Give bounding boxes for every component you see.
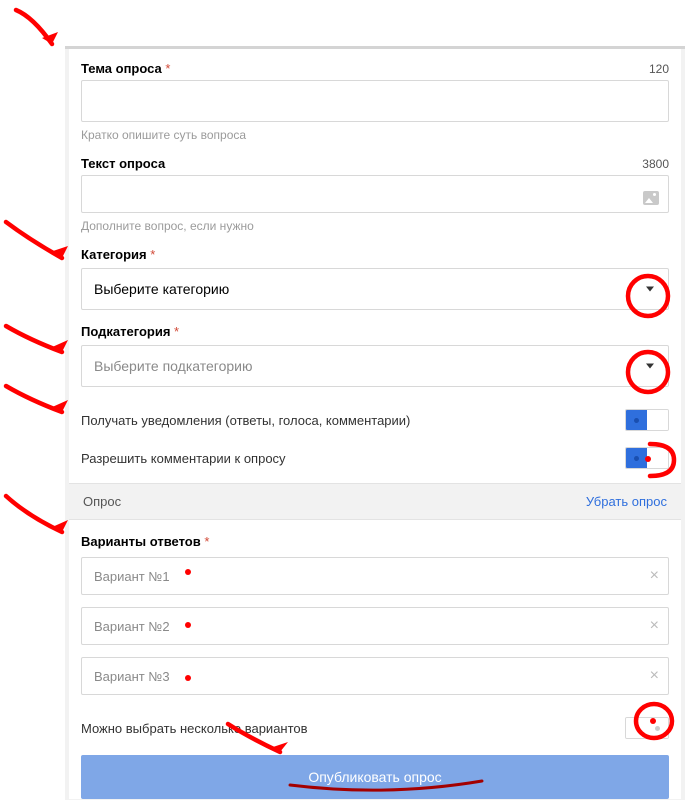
answer-placeholder: Вариант №2	[94, 619, 170, 634]
answer-option-3: Вариант №3 ×	[81, 657, 669, 695]
multi-toggle[interactable]	[625, 717, 669, 739]
theme-input[interactable]	[81, 80, 669, 122]
text-count: 3800	[642, 157, 669, 171]
clear-icon[interactable]: ×	[650, 568, 659, 584]
answer-placeholder: Вариант №1	[94, 569, 170, 584]
answer-placeholder: Вариант №3	[94, 669, 170, 684]
text-field: Текст опроса 3800 Дополните вопрос, если…	[81, 156, 669, 233]
section-title: Опрос	[83, 494, 121, 509]
chevron-down-icon	[646, 287, 654, 292]
theme-hint: Кратко опишите суть вопроса	[81, 128, 669, 142]
form-inner: Тема опроса * 120 Кратко опишите суть во…	[69, 49, 681, 799]
theme-header: Тема опроса * 120	[81, 61, 669, 76]
image-attach-icon[interactable]	[643, 191, 659, 205]
answers-label: Варианты ответов	[81, 534, 201, 549]
answer-input-3[interactable]: Вариант №3	[81, 657, 669, 695]
multi-row: Можно выбрать несколько вариантов	[81, 709, 669, 747]
comments-row: Разрешить комментарии к опросу	[81, 439, 669, 483]
answer-input-1[interactable]: Вариант №1	[81, 557, 669, 595]
clear-icon[interactable]: ×	[650, 668, 659, 684]
required-mark: *	[150, 247, 155, 262]
required-mark: *	[204, 534, 209, 549]
remove-poll-link[interactable]: Убрать опрос	[586, 494, 667, 509]
category-field: Категория * Выберите категорию	[81, 247, 669, 310]
form-panel: Тема опроса * 120 Кратко опишите суть во…	[65, 46, 685, 800]
answer-option-2: Вариант №2 ×	[81, 607, 669, 645]
text-input[interactable]	[81, 175, 669, 213]
subcategory-label: Подкатегория	[81, 324, 170, 339]
theme-count: 120	[649, 62, 669, 76]
poll-section-bar: Опрос Убрать опрос	[69, 483, 681, 520]
text-input-wrap	[81, 175, 669, 213]
answer-input-2[interactable]: Вариант №2	[81, 607, 669, 645]
required-mark: *	[165, 61, 170, 76]
text-hint: Дополните вопрос, если нужно	[81, 219, 669, 233]
comments-toggle[interactable]	[625, 447, 669, 469]
subcategory-select[interactable]: Выберите подкатегорию	[81, 345, 669, 387]
answers-field: Варианты ответов * Вариант №1 × Вариант …	[81, 534, 669, 695]
annotation-arrow	[8, 2, 68, 62]
subcategory-value: Выберите подкатегорию	[94, 358, 252, 374]
publish-label: Опубликовать опрос	[308, 769, 441, 785]
multi-label: Можно выбрать несколько вариантов	[81, 721, 308, 736]
category-label: Категория	[81, 247, 147, 262]
answer-option-1: Вариант №1 ×	[81, 557, 669, 595]
notify-toggle[interactable]	[625, 409, 669, 431]
chevron-down-icon	[646, 364, 654, 369]
publish-button[interactable]: Опубликовать опрос	[81, 755, 669, 799]
required-mark: *	[174, 324, 179, 339]
comments-label: Разрешить комментарии к опросу	[81, 451, 286, 466]
text-label: Текст опроса	[81, 156, 165, 171]
text-header: Текст опроса 3800	[81, 156, 669, 171]
theme-label: Тема опроса	[81, 61, 162, 76]
theme-field: Тема опроса * 120 Кратко опишите суть во…	[81, 61, 669, 142]
subcategory-field: Подкатегория * Выберите подкатегорию	[81, 324, 669, 387]
category-select[interactable]: Выберите категорию	[81, 268, 669, 310]
notify-row: Получать уведомления (ответы, голоса, ко…	[81, 401, 669, 439]
notify-label: Получать уведомления (ответы, голоса, ко…	[81, 413, 410, 428]
category-value: Выберите категорию	[94, 281, 229, 297]
clear-icon[interactable]: ×	[650, 618, 659, 634]
